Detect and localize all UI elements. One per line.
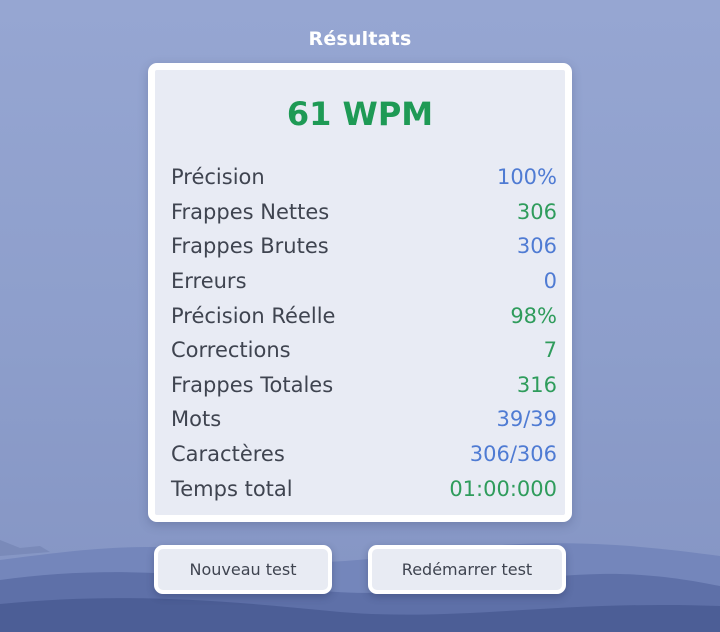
stat-value: 306 bbox=[516, 199, 557, 224]
stat-row-corrections: Corrections 7 bbox=[171, 333, 557, 368]
stat-row-characters: Caractères 306/306 bbox=[171, 437, 557, 472]
stat-value: 100% bbox=[496, 165, 557, 190]
stat-value: 0 bbox=[543, 269, 557, 294]
wpm-score: 61 WPM bbox=[286, 95, 434, 133]
stat-row-precision: Précision 100% bbox=[171, 160, 557, 195]
stat-label: Corrections bbox=[171, 338, 291, 363]
stat-value: 98% bbox=[510, 303, 557, 328]
stat-value: 316 bbox=[516, 372, 557, 397]
stat-label: Précision Réelle bbox=[171, 303, 336, 328]
stat-row-net-keystrokes: Frappes Nettes 306 bbox=[171, 195, 557, 230]
results-card: 61 WPM Précision 100% Frappes Nettes 306… bbox=[148, 63, 572, 522]
stat-label: Frappes Nettes bbox=[171, 199, 330, 224]
stat-value: 7 bbox=[543, 338, 557, 363]
stat-row-errors: Erreurs 0 bbox=[171, 264, 557, 299]
stat-value: 01:00:000 bbox=[449, 476, 557, 501]
new-test-button[interactable]: Nouveau test bbox=[154, 545, 332, 594]
stat-label: Frappes Totales bbox=[171, 372, 334, 397]
stat-row-real-precision: Précision Réelle 98% bbox=[171, 298, 557, 333]
stat-label: Frappes Brutes bbox=[171, 234, 329, 259]
stat-value: 39/39 bbox=[496, 407, 557, 432]
stat-value: 306 bbox=[516, 234, 557, 259]
stat-row-total-keystrokes: Frappes Totales 316 bbox=[171, 368, 557, 403]
results-title: Résultats bbox=[308, 28, 412, 50]
stat-row-total-time: Temps total 01:00:000 bbox=[171, 471, 557, 506]
restart-test-button[interactable]: Redémarrer test bbox=[368, 545, 566, 594]
stat-label: Mots bbox=[171, 407, 222, 432]
stat-row-gross-keystrokes: Frappes Brutes 306 bbox=[171, 229, 557, 264]
stat-label: Précision bbox=[171, 165, 265, 190]
stat-label: Temps total bbox=[171, 476, 293, 501]
stat-row-words: Mots 39/39 bbox=[171, 402, 557, 437]
stats-list: Précision 100% Frappes Nettes 306 Frappe… bbox=[171, 160, 557, 506]
stat-value: 306/306 bbox=[469, 442, 557, 467]
stat-label: Caractères bbox=[171, 442, 285, 467]
stat-label: Erreurs bbox=[171, 269, 247, 294]
